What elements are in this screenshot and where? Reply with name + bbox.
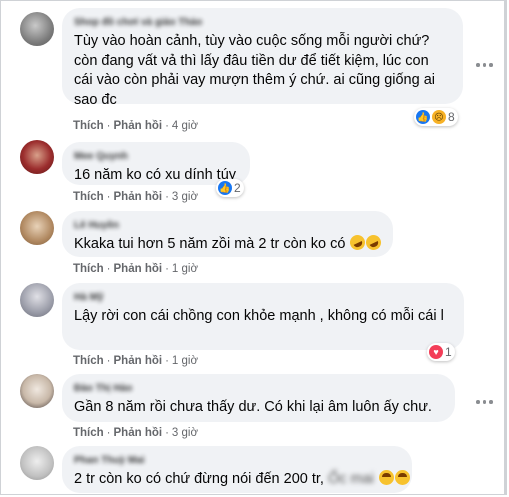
comment-text: Gần 8 năm rồi chưa thấy dư. Có khi lại â…: [74, 399, 432, 415]
comment-bubble: Đào Thị Hảo Gần 8 năm rồi chưa thấy dư. …: [62, 374, 455, 422]
avatar[interactable]: [20, 211, 54, 245]
comment-actions: Thích · Phản hồi · 3 giờ: [73, 191, 199, 203]
like-icon: 👍: [416, 110, 430, 124]
comment-bubble: Phan Thuỳ Mai 2 tr còn ko có chứ đừng nó…: [62, 446, 412, 493]
like-link[interactable]: Thích: [73, 263, 104, 275]
timestamp[interactable]: 3 giờ: [172, 427, 198, 439]
timestamp[interactable]: 1 giờ: [172, 263, 198, 275]
comment-text: Kkaka tui hơn 5 năm zồi mà 2 tr còn ko c…: [74, 232, 384, 255]
upside-down-emoji: [378, 470, 394, 485]
tagged-user[interactable]: Ốc mai: [328, 471, 374, 487]
timestamp[interactable]: 4 giờ: [172, 120, 198, 132]
comment-actions: Thích · Phản hồi · 1 giờ: [73, 263, 199, 275]
comment-bubble: Shop đồ chơi và giáo Thảo Tùy vào hoàn c…: [62, 8, 463, 108]
like-link[interactable]: Thích: [73, 191, 104, 203]
comment-author[interactable]: Phan Thuỳ Mai: [74, 454, 400, 467]
like-link[interactable]: Thích: [73, 120, 104, 132]
comment-author[interactable]: Đào Thị Hảo: [74, 382, 443, 395]
reaction-count: 8: [448, 110, 455, 124]
avatar[interactable]: [20, 12, 54, 46]
reply-link[interactable]: Phản hồi: [114, 120, 163, 132]
sad-icon: ☹: [432, 110, 446, 124]
like-icon: 👍: [218, 181, 232, 195]
comment-text: Tùy vào hoàn cảnh, tùy vào cuộc sống mỗi…: [74, 33, 435, 108]
reaction-summary[interactable]: 👍 ☹ 8: [414, 108, 458, 126]
more-dots-icon[interactable]: [476, 398, 496, 406]
rofl-emoji: [364, 232, 384, 253]
reply-link[interactable]: Phản hồi: [114, 191, 163, 203]
avatar[interactable]: [20, 374, 54, 408]
timestamp[interactable]: 1 giờ: [172, 355, 198, 367]
reply-link[interactable]: Phản hồi: [114, 355, 163, 367]
comment-text: 2 tr còn ko có chứ đừng nói đến 200 tr, …: [74, 470, 410, 490]
comment-bubble: Lê Huyền Kkaka tui hơn 5 năm zồi mà 2 tr…: [62, 211, 393, 257]
comment-actions: Thích · Phản hồi · 3 giờ: [73, 427, 199, 439]
comment-actions: Thích · Phản hồi · 4 giờ: [73, 120, 199, 132]
comment-actions: Thích · Phản hồi · 1 giờ: [73, 355, 199, 367]
reaction-summary[interactable]: ♥ 1: [427, 343, 455, 361]
like-link[interactable]: Thích: [73, 355, 104, 367]
comment-author[interactable]: Hà Mỹ: [74, 291, 452, 304]
comment-author[interactable]: Lê Huyền: [74, 219, 381, 232]
more-dots-icon[interactable]: [476, 61, 496, 69]
avatar[interactable]: [20, 283, 54, 317]
comment-text: Lậy rời con cái chồng con khỏe mạnh , kh…: [74, 308, 444, 324]
comment-author[interactable]: Mee Quynh: [74, 150, 238, 163]
upside-down-emoji: [394, 470, 410, 485]
timestamp[interactable]: 3 giờ: [172, 191, 198, 203]
comment-text: 16 năm ko có xu dính túy: [74, 167, 237, 183]
like-link[interactable]: Thích: [73, 427, 104, 439]
avatar[interactable]: [20, 446, 54, 480]
reaction-summary[interactable]: 👍 2: [216, 179, 244, 197]
reply-link[interactable]: Phản hồi: [114, 263, 163, 275]
heart-icon: ♥: [429, 345, 443, 359]
reply-link[interactable]: Phản hồi: [114, 427, 163, 439]
avatar[interactable]: [20, 140, 54, 174]
reaction-count: 1: [445, 345, 452, 359]
comment-author[interactable]: Shop đồ chơi và giáo Thảo: [74, 16, 451, 29]
reaction-count: 2: [234, 181, 241, 195]
comment-bubble: Hà Mỹ Lậy rời con cái chồng con khỏe mạn…: [62, 283, 464, 350]
